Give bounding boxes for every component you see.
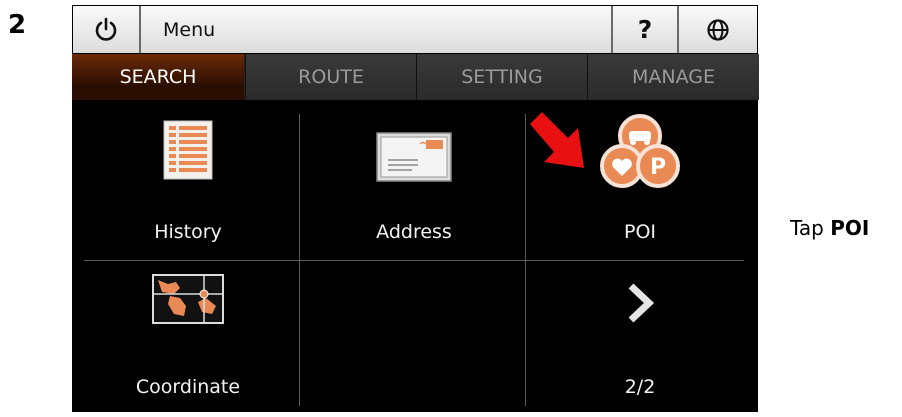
next-page-button[interactable]: 2/2 xyxy=(534,264,746,412)
poi-icon: P xyxy=(600,114,680,188)
menu-label: Menu xyxy=(163,18,216,41)
grid-divider xyxy=(84,260,744,261)
help-icon: ? xyxy=(637,15,653,44)
address-label: Address xyxy=(376,221,452,243)
instruction-text: Tap POI xyxy=(790,216,869,240)
tab-bar: SEARCH ROUTE SETTING MANAGE xyxy=(72,54,759,100)
globe-icon xyxy=(707,18,729,41)
help-button[interactable]: ? xyxy=(613,6,679,53)
history-button[interactable]: History xyxy=(82,108,294,256)
history-label: History xyxy=(154,221,222,243)
tab-manage[interactable]: MANAGE xyxy=(587,54,759,100)
instruction-target: POI xyxy=(830,216,870,240)
tab-setting[interactable]: SETTING xyxy=(416,54,587,100)
tab-search[interactable]: SEARCH xyxy=(72,54,244,100)
menu-button[interactable]: Menu xyxy=(141,6,613,53)
instruction-prefix: Tap xyxy=(790,216,831,240)
search-grid: History Address P POI Coordinate 2/2 xyxy=(72,100,758,412)
envelope-icon xyxy=(376,132,452,182)
coordinate-label: Coordinate xyxy=(135,376,241,398)
language-button[interactable] xyxy=(679,6,757,53)
pointer-arrow-icon xyxy=(530,112,584,168)
top-bar: Menu ? xyxy=(73,6,757,53)
coordinate-button[interactable]: Coordinate xyxy=(82,264,294,412)
poi-label: POI xyxy=(623,221,657,243)
device-screen: Menu ? SEARCH ROUTE SETTING MANAGE Histo… xyxy=(72,5,759,412)
coordinate-map-icon xyxy=(152,274,224,324)
page-indicator: 2/2 xyxy=(624,376,656,398)
step-number: 2 xyxy=(8,10,27,40)
tab-route[interactable]: ROUTE xyxy=(245,54,416,100)
power-icon xyxy=(95,17,117,41)
address-button[interactable]: Address xyxy=(308,108,520,256)
svg-text:P: P xyxy=(650,155,666,180)
chevron-right-icon xyxy=(628,283,655,323)
power-button[interactable] xyxy=(73,6,141,53)
history-icon xyxy=(163,120,213,180)
